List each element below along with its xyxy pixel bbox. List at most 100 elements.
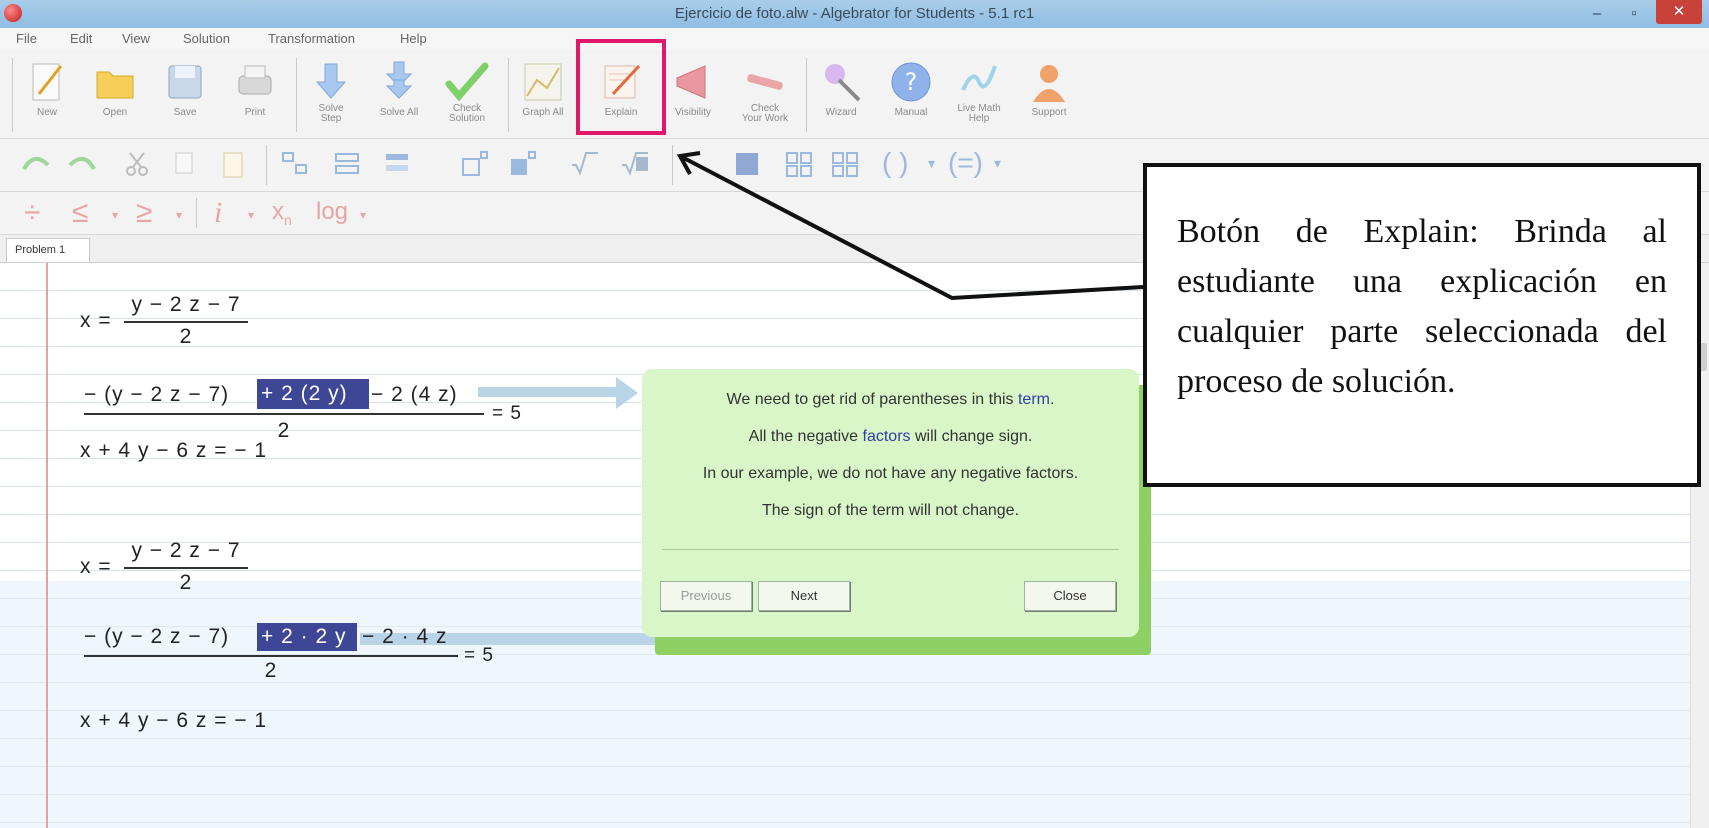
annotation-box: Botón de Explain: Brinda al estudiante u… [1143,163,1701,487]
folder-icon [96,71,134,99]
close-window-button[interactable]: ✕ [1656,0,1702,24]
undo-icon[interactable] [20,149,50,179]
popup-line-3: In our example, we do not have any negat… [702,465,1079,482]
menu-transformation[interactable]: Transformation [268,31,355,46]
eq5-denominator: 2 [264,659,278,682]
subscript-button[interactable]: xn [272,198,292,228]
term-link[interactable]: term [1018,391,1050,408]
layout-rows-icon[interactable] [332,149,362,179]
next-button[interactable]: Next [758,581,850,611]
layout-split-icon[interactable] [280,149,310,179]
matrix-filled-icon[interactable] [732,149,762,179]
help-question-icon: ? [891,62,931,102]
eq1-lhs: x = [80,309,112,332]
cut-scissors-icon[interactable] [122,149,152,179]
live-math-help-button[interactable]: Live Math Help [950,56,1008,132]
matrix-grid-icon[interactable] [784,149,814,179]
solve-step-button[interactable]: Solve Step [302,56,360,132]
eq5-rhs: = 5 [464,645,494,666]
popup-line-4: The sign of the term will not change. [761,502,1020,519]
menu-file[interactable]: File [16,31,37,46]
new-document-icon [32,63,63,101]
less-equal-button[interactable]: ≤ [72,198,88,228]
eq4-lhs: x = [80,555,112,578]
window-title: Ejercicio de foto.alw - Algebrator for S… [674,5,1035,22]
parentheses-button[interactable]: ( ) [882,147,908,179]
toolbar-separator [12,58,13,132]
imaginary-caret[interactable]: ▾ [248,208,254,222]
live-help-figure-icon [961,65,997,91]
graph-all-button[interactable]: Graph All [514,56,572,132]
layout-stack-icon[interactable] [382,149,412,179]
paste-clipboard-icon[interactable] [218,149,248,179]
explain-pointer-band [478,387,626,397]
wizard-button[interactable]: Wizard [812,56,870,132]
fraction-bar [84,413,484,415]
double-down-arrow-icon [385,61,413,99]
previous-button[interactable]: Previous [660,581,752,611]
toolbar-separator [266,145,267,185]
eq1-numerator: y − 2 z − 7 [131,293,241,316]
new-button[interactable]: New [18,56,76,132]
check-solution-button[interactable]: Check Solution [438,56,496,132]
superscript-filled-icon[interactable] [508,149,538,179]
manual-button[interactable]: ? Manual [882,56,940,132]
save-button[interactable]: Save [156,56,214,132]
eq2-numerator-a: − (y − 2 z − 7) [84,383,230,406]
imaginary-unit-button[interactable]: i [214,198,222,228]
eq4-numerator: y − 2 z − 7 [131,539,241,562]
copy-icon[interactable] [170,149,200,179]
megaphone-icon [676,65,706,99]
notebook-margin-line [46,263,48,828]
support-button[interactable]: Support [1020,56,1078,132]
parentheses-dropdown-caret[interactable]: ▾ [928,155,935,172]
log-button[interactable]: log [316,198,348,226]
graph-icon [524,63,562,101]
equation-parentheses-caret[interactable]: ▾ [994,155,1001,172]
down-arrow-icon [315,63,347,99]
divide-button[interactable]: ÷ [24,198,40,228]
toolbar-separator [508,58,509,132]
maximize-button[interactable]: ▫ [1617,3,1651,25]
open-button[interactable]: Open [86,56,144,132]
matrix-grid-alt-icon[interactable] [830,149,860,179]
title-bar: Ejercicio de foto.alw - Algebrator for S… [0,0,1709,29]
toolbar-separator [296,58,297,132]
log-caret[interactable]: ▾ [360,208,366,222]
eq1-denominator: 2 [179,325,193,348]
greater-equal-caret[interactable]: ▾ [176,208,182,222]
less-equal-caret[interactable]: ▾ [112,208,118,222]
eq2-rhs: = 5 [492,403,522,424]
fraction-bar [124,321,248,323]
redo-icon[interactable] [68,149,98,179]
menu-help[interactable]: Help [400,31,427,46]
menu-solution[interactable]: Solution [183,31,230,46]
eq4-denominator: 2 [179,571,193,594]
root-icon[interactable] [570,149,600,179]
magic-wand-icon [825,64,861,102]
explain-pointer-arrowhead [616,377,638,409]
solve-all-button[interactable]: Solve All [370,56,428,132]
check-your-work-button[interactable]: Check Your Work [736,56,794,132]
floppy-disk-icon [168,65,202,99]
popup-close-button[interactable]: Close [1024,581,1116,611]
greater-equal-button[interactable]: ≥ [136,198,152,228]
minimize-button[interactable]: – [1580,3,1614,25]
eq5-result-term[interactable]: + 2 · 2 y [257,623,357,651]
visibility-button[interactable]: Visibility [664,56,722,132]
eq6: x + 4 y − 6 z = − 1 [80,709,268,732]
root-filled-icon[interactable] [620,149,650,179]
popup-line-1: We need to get rid of parentheses in thi… [726,391,1055,408]
print-button[interactable]: Print [226,56,284,132]
annotation-text: Botón de Explain: Brinda al estudiante u… [1177,213,1667,400]
menu-edit[interactable]: Edit [70,31,92,46]
equation-parentheses-button[interactable]: (=) [948,147,983,179]
eq2-numerator-b: − 2 (4 z) [371,383,458,406]
eq2-selected-term[interactable]: + 2 (2 y) [257,379,369,409]
superscript-box-icon[interactable] [460,149,490,179]
toolbar-separator [806,58,807,132]
factors-link[interactable]: factors [863,428,911,445]
tab-problem-1[interactable]: Problem 1 [6,238,90,262]
svg-text:?: ? [905,68,918,96]
menu-view[interactable]: View [122,31,150,46]
